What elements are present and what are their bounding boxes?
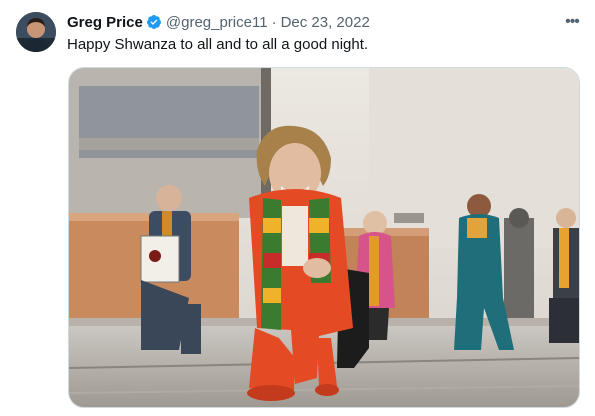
more-options-icon[interactable]: ••• [561,13,583,30]
tweet-header: Greg Price @greg_price11 · Dec 23, 2022 [67,12,370,32]
tweet-photo[interactable] [68,67,580,408]
tweet-text: Happy Shwanza to all and to all a good n… [67,36,369,53]
separator: · [271,13,277,31]
tweet-date[interactable]: Dec 23, 2022 [281,14,370,31]
tweet[interactable]: Greg Price @greg_price11 · Dec 23, 2022 … [0,0,595,416]
verified-badge-icon [146,14,162,30]
photo-illustration [69,68,579,407]
handle[interactable]: @greg_price11 [166,14,268,31]
avatar[interactable] [16,12,56,52]
display-name[interactable]: Greg Price [67,14,143,31]
